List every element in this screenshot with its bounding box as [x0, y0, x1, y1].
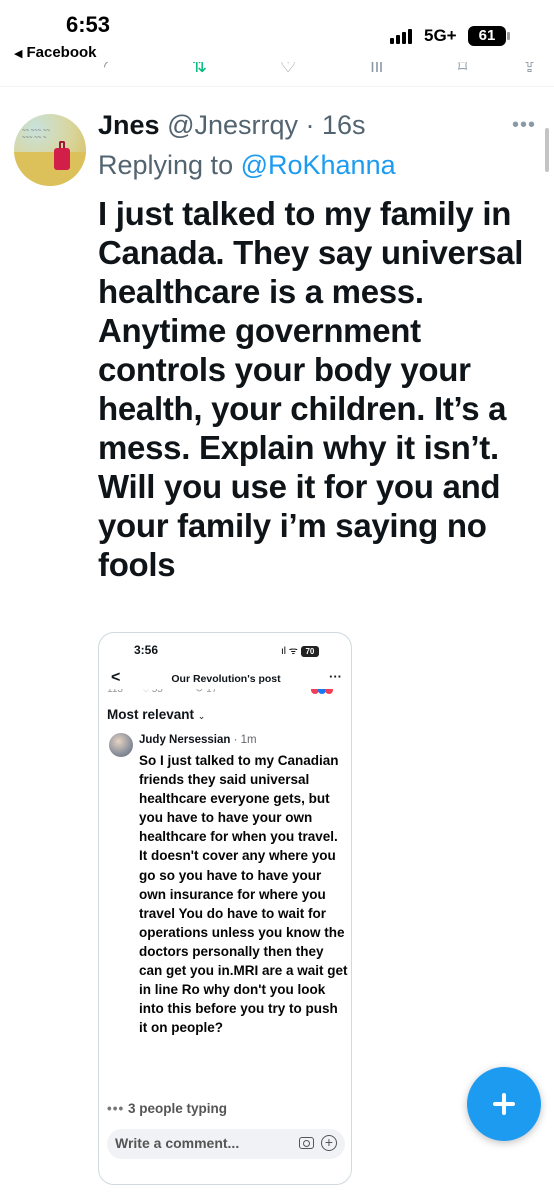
signal-icon [390, 28, 414, 44]
back-triangle-icon: ◀ [14, 48, 23, 60]
avatar[interactable]: ~~ ~~~ ~~ ~~~ ~~ ~ [14, 114, 86, 186]
share-icon[interactable]: ⇪ [522, 62, 537, 77]
embed-camera-icon [299, 1137, 314, 1149]
embed-cut-reactions: 113 ◌ 55 ↻ 17 [99, 689, 351, 697]
reply-icon[interactable]: ◜ [104, 62, 111, 77]
network-type: 5G+ [424, 26, 457, 45]
status-time: 6:53 [66, 12, 111, 37]
handle-time[interactable]: @Jnesrrqy · 16s [167, 110, 365, 140]
bookmark-icon[interactable]: ⌑ [458, 62, 467, 77]
embed-more-icon: ··· [329, 669, 342, 684]
replying-to: Replying to @RoKhanna [98, 150, 396, 181]
back-app-label: Facebook [26, 44, 97, 61]
status-bar: 6:53 ◀ Facebook 5G+ 61 [0, 0, 554, 70]
previous-tweet-actions: ◜ ⇅ ♡ ıll ⌑ ⇪ [0, 62, 554, 80]
embed-commenter-avatar [109, 733, 133, 757]
embed-comment-input: Write a comment... + [107, 1129, 345, 1159]
back-to-app-link[interactable]: ◀ Facebook [14, 44, 97, 61]
display-name[interactable]: Jnes [98, 110, 160, 140]
more-options-icon[interactable]: ••• [512, 114, 536, 137]
avatar-handwriting-icon: ~~ ~~~ ~~ ~~~ ~~ ~ [22, 128, 50, 141]
embed-comment-placeholder: Write a comment... [115, 1135, 240, 1151]
compose-button[interactable] [467, 1067, 541, 1141]
embed-add-icon: + [321, 1135, 337, 1151]
embed-comment-text: So I just talked to my Canadian friends … [139, 753, 348, 1036]
mention-link[interactable]: @RoKhanna [241, 150, 396, 180]
embed-page-title: Our Revolution's post [171, 673, 281, 685]
attached-image[interactable]: 3:56 ıl ᯤ 70 < Our Revolution's post ··· … [98, 632, 352, 1185]
like-icon[interactable]: ♡ [280, 62, 296, 77]
embed-battery-icon: 70 [300, 646, 319, 657]
retweet-icon[interactable]: ⇅ [192, 62, 207, 77]
embed-typing-indicator: ••• 3 people typing [107, 1101, 227, 1116]
tweet-text: I just talked to my family in Canada. Th… [98, 195, 524, 583]
views-icon[interactable]: ıll [370, 62, 383, 77]
tweet-header: Jnes @Jnesrrqy · 16s [98, 110, 366, 141]
embed-sort-label: Most relevant ⌄ [107, 707, 206, 722]
replying-prefix: Replying to [98, 150, 241, 180]
embed-commenter-name: Judy Nersessian · 1m [139, 734, 257, 746]
embed-status-time: 3:56 [134, 643, 159, 657]
scrollbar[interactable] [545, 128, 549, 172]
battery-icon: 61 [468, 26, 510, 46]
embed-reaction-icons [311, 689, 341, 694]
embed-status-icons: ıl ᯤ 70 [281, 643, 319, 657]
divider [0, 86, 554, 87]
